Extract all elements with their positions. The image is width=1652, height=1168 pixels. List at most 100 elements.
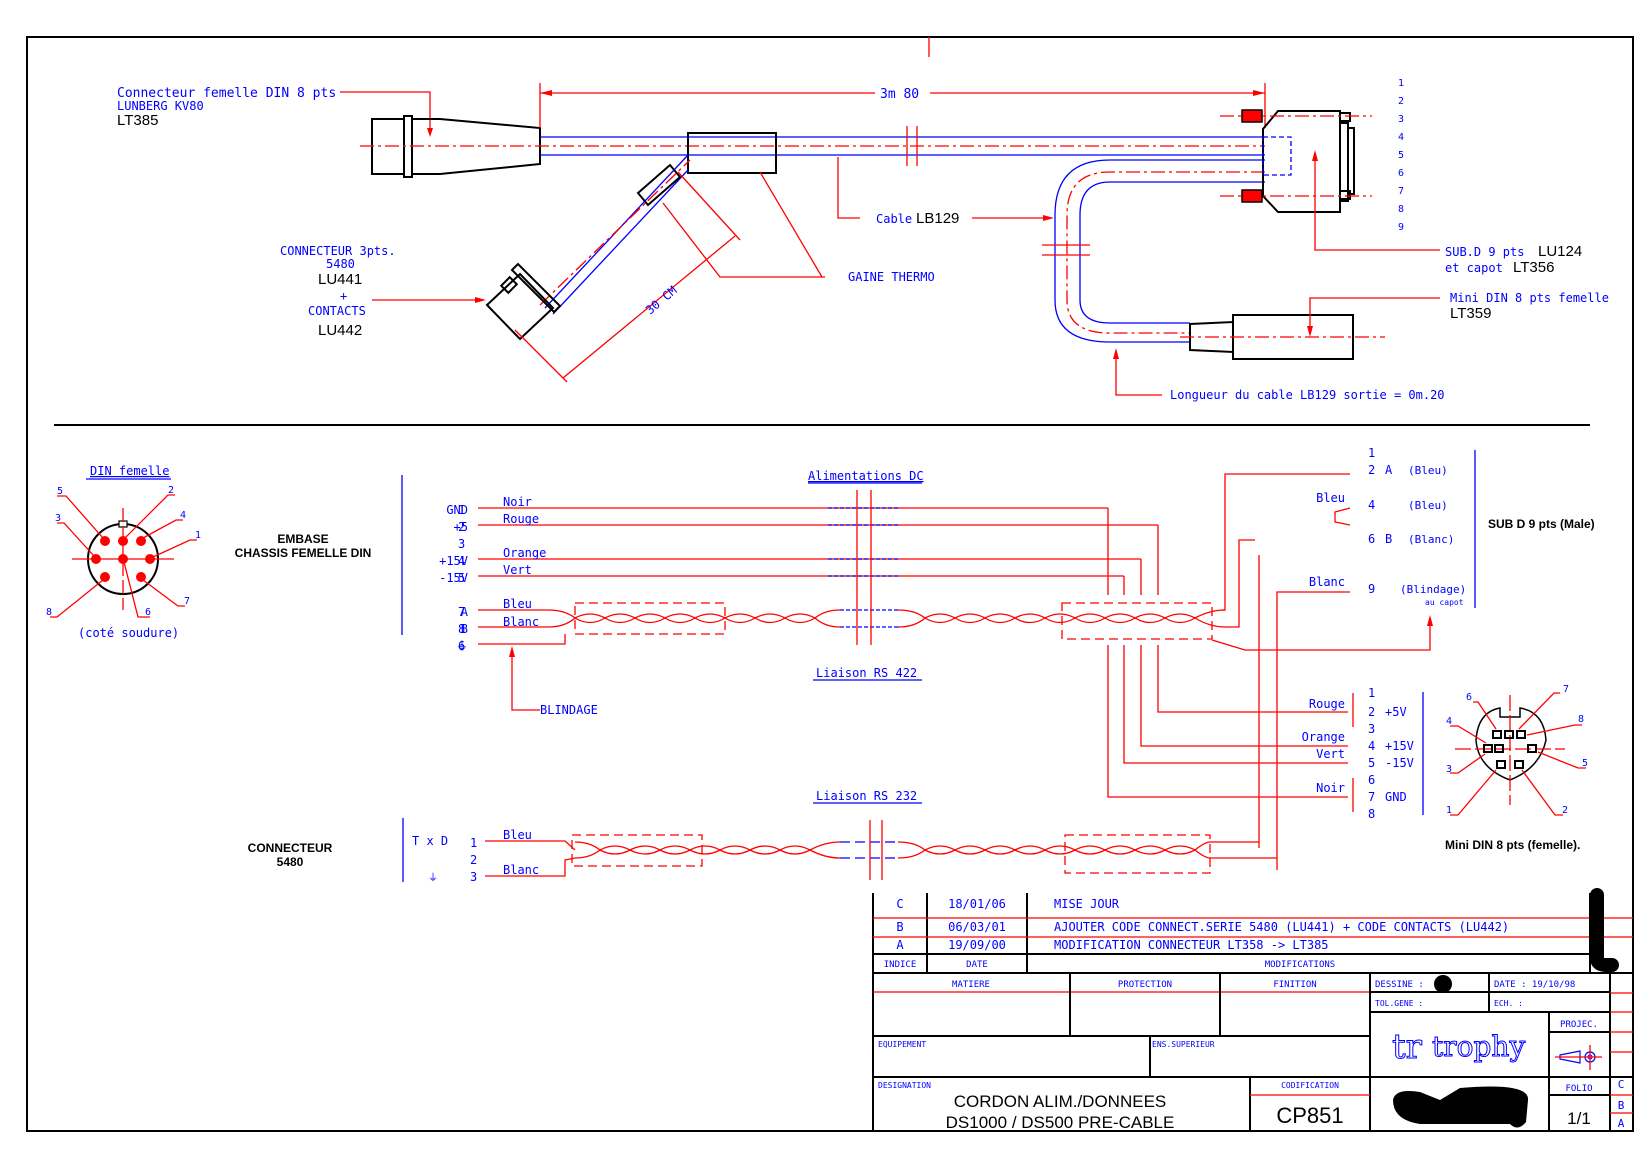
subd-capot-label: et capot: [1445, 261, 1503, 275]
svg-text:9: 9: [1368, 582, 1375, 596]
redaction-dot: [1434, 975, 1452, 993]
svg-text:Vert: Vert: [1316, 747, 1345, 761]
svg-text:MISE JOUR: MISE JOUR: [1054, 897, 1120, 911]
svg-text:Rouge: Rouge: [503, 512, 539, 526]
svg-text:Bleu: Bleu: [503, 828, 532, 842]
minidin-title: Mini DIN 8 pts (femelle).: [1445, 838, 1580, 852]
redaction-blob: [1393, 1086, 1529, 1128]
plus-label: +: [340, 289, 347, 303]
contacts-label: CONTACTS: [308, 304, 366, 318]
svg-text:7: 7: [1368, 790, 1375, 804]
svg-text:Orange: Orange: [1302, 730, 1345, 744]
svg-text:6: 6: [1368, 532, 1375, 546]
svg-text:A: A: [1618, 1117, 1625, 1130]
din-caption: (coté soudure): [78, 626, 179, 640]
svg-text:A: A: [896, 938, 904, 952]
subd-capot-ref: LT356: [1513, 259, 1554, 276]
svg-text:6: 6: [1368, 773, 1375, 787]
subd-label: SUB.D 9 pts: [1445, 245, 1524, 259]
svg-text:06/03/01: 06/03/01: [948, 920, 1006, 934]
connector-5480-num: 5480: [326, 257, 355, 271]
rs422-label: Liaison RS 422: [816, 666, 917, 680]
svg-text:B: B: [1385, 532, 1392, 546]
minidin-pinout: 1 2 +5V 3 4 +15V 5 -15V 6 7 GND 8 Rouge …: [1302, 686, 1414, 821]
svg-text:5: 5: [1582, 758, 1588, 769]
svg-text:B: B: [1618, 1099, 1625, 1112]
svg-text:FOLIO: FOLIO: [1565, 1084, 1592, 1094]
svg-text:3: 3: [470, 870, 477, 884]
svg-text:5: 5: [458, 571, 465, 585]
svg-text:6: 6: [1466, 692, 1472, 703]
svg-text:au capot: au capot: [1425, 598, 1464, 607]
svg-text:DATE: DATE: [966, 960, 988, 970]
ground-icon: ⏚: [428, 872, 438, 884]
svg-text:8: 8: [1368, 807, 1375, 821]
svg-text:ENS.SUPERIEUR: ENS.SUPERIEUR: [1152, 1040, 1215, 1049]
connector-5480-icon: [485, 262, 562, 341]
svg-text:+15V: +15V: [1385, 739, 1414, 753]
svg-text:2: 2: [1368, 705, 1375, 719]
svg-text:9: 9: [1398, 222, 1404, 233]
svg-text:4: 4: [180, 510, 186, 521]
svg-text:ECH. :: ECH. :: [1494, 999, 1523, 1008]
svg-text:MODIFICATIONS: MODIFICATIONS: [1265, 960, 1335, 970]
gaine-thermo-box: [687, 132, 777, 174]
svg-text:MATIERE: MATIERE: [952, 980, 990, 990]
tr-logo-icon: tr: [1392, 1027, 1423, 1067]
connector-5480-ref: LU441: [318, 271, 362, 288]
svg-text:3: 3: [1368, 722, 1375, 736]
svg-text:7: 7: [1398, 186, 1404, 197]
din-female-pinout-icon: [50, 494, 197, 618]
svg-text:Noir: Noir: [1316, 781, 1345, 795]
svg-text:DATE : 19/10/98: DATE : 19/10/98: [1494, 980, 1575, 990]
svg-text:4: 4: [1446, 716, 1452, 727]
svg-text:18/01/06: 18/01/06: [948, 897, 1006, 911]
schematic: DIN femelle 5 2 3 4 1 7 8 6 (coté soudur…: [46, 446, 1595, 884]
minidin-plug-icon: [1180, 314, 1385, 360]
din-leader: [340, 91, 431, 133]
rs232-label: Liaison RS 232: [816, 789, 917, 803]
svg-text:(Bleu): (Bleu): [1408, 499, 1448, 512]
embase-subtitle: CHASSIS FEMELLE DIN: [235, 546, 372, 560]
din-female-title: DIN femelle: [90, 464, 169, 478]
din-connector-model: LUNBERG KV80: [117, 99, 204, 113]
svg-text:1: 1: [195, 530, 201, 541]
drawing-frame: [26, 36, 1634, 1132]
branch-dimension: 30 CM: [643, 283, 680, 317]
txd-label: T x D: [412, 834, 448, 848]
alim-dc-label: Alimentations DC: [808, 469, 924, 483]
svg-text:4: 4: [458, 554, 465, 568]
svg-text:3: 3: [458, 537, 465, 551]
minidin-ref: LT359: [1450, 305, 1491, 322]
svg-text:Blanc: Blanc: [1309, 575, 1345, 589]
designation-line2: DS1000 / DS500 PRE-CABLE: [946, 1113, 1175, 1132]
cable-label: Cable: [876, 212, 912, 226]
svg-text:(Bleu): (Bleu): [1408, 464, 1448, 477]
embase-title: EMBASE: [277, 532, 328, 546]
svg-text:8: 8: [1398, 204, 1404, 215]
svg-text:-15V: -15V: [1385, 756, 1414, 770]
svg-text:Bleu: Bleu: [1316, 491, 1345, 505]
conn5480-title: CONNECTEUR: [248, 841, 333, 855]
minidin-pinout-icon: [1450, 692, 1586, 816]
svg-text:C: C: [1618, 1078, 1625, 1091]
connector-5480-label: CONNECTEUR 3pts.: [280, 244, 396, 258]
din-signal-list: GND +5 +15V -15V A B ⏚ 1 2 3 4 5 7 8 6: [439, 503, 469, 653]
svg-text:4: 4: [1368, 498, 1375, 512]
svg-text:2: 2: [1398, 96, 1404, 107]
svg-text:3: 3: [1398, 114, 1404, 125]
svg-text:EQUIPEMENT: EQUIPEMENT: [878, 1040, 926, 1049]
svg-text:1: 1: [458, 503, 465, 517]
svg-text:Noir: Noir: [503, 495, 532, 509]
svg-text:1: 1: [1398, 78, 1404, 89]
minidin-label: Mini DIN 8 pts femelle: [1450, 291, 1609, 305]
svg-text:GND: GND: [1385, 790, 1407, 804]
svg-text:6: 6: [458, 639, 465, 653]
svg-text:Rouge: Rouge: [1309, 697, 1345, 711]
svg-text:Bleu: Bleu: [503, 597, 532, 611]
svg-text:2: 2: [458, 520, 465, 534]
length-dimension: 3m 80: [880, 87, 919, 102]
svg-text:DESSINE :: DESSINE :: [1375, 980, 1424, 990]
designation-line1: CORDON ALIM./DONNEES: [954, 1092, 1167, 1111]
svg-text:DESIGNATION: DESIGNATION: [878, 1081, 931, 1090]
